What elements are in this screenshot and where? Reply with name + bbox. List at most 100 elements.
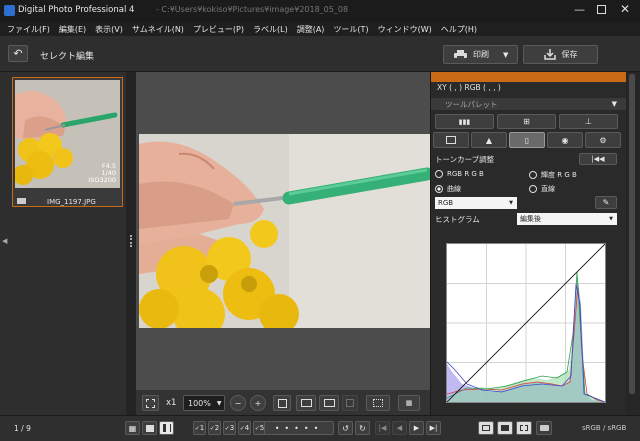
palette-tool-crop[interactable]: ⊞ — [497, 114, 556, 129]
channel-value: RGB — [438, 199, 454, 207]
radio-rgb[interactable]: RGB R G B — [435, 170, 484, 178]
image-info-button[interactable] — [497, 421, 513, 435]
histogram-select[interactable]: 編集後 ▼ — [517, 213, 617, 225]
palette-scrollbar[interactable] — [626, 72, 640, 415]
thumb-iso: ISO3200 — [88, 176, 116, 184]
zoom-select[interactable]: 100% ▼ — [183, 395, 225, 411]
rotate-right-button[interactable]: ↻ — [355, 421, 370, 435]
prev-image-button[interactable]: ◀ — [392, 421, 407, 435]
tone-curve-label: トーンカーブ調整 — [435, 155, 495, 164]
print-button[interactable]: 印刷 ▼ — [443, 45, 518, 64]
split-view-button[interactable] — [319, 395, 339, 411]
rotate-left-icon: ↺ — [342, 423, 349, 433]
menu-tools[interactable]: ツール(T) — [333, 24, 368, 35]
star-rating-bar[interactable]: ••••• — [264, 421, 334, 435]
jpg-badge-icon — [17, 198, 26, 204]
split-icon — [323, 399, 335, 407]
tab-histogram[interactable]: ▲ — [471, 132, 507, 148]
radio-linear-label: 直線 — [541, 185, 555, 193]
palette-tool-1[interactable]: ▮▮▮ — [435, 114, 494, 129]
grid-button[interactable] — [366, 395, 390, 411]
split-view-toggle[interactable] — [159, 421, 174, 435]
first-image-button[interactable]: |◀ — [375, 421, 390, 435]
save-label: 保存 — [561, 50, 578, 59]
status-bar: 1 / 9 ▦ ✓ 1 ✓ 2 ✓ 3 ✓ 4 ✓ 5 ••••• ↺ ↻ |◀ ◀ ▶ … — [0, 415, 640, 441]
radio-lum-label: 輝度 R G B — [541, 171, 577, 179]
zoom-value: 100% — [188, 398, 211, 408]
rating-2[interactable]: ✓ 2 — [208, 421, 221, 435]
channel-select[interactable]: RGB ▼ — [435, 197, 517, 209]
tab-settings[interactable]: ⚙ — [585, 132, 621, 148]
histogram-tab-icon: ▲ — [485, 135, 493, 145]
xy-rgb-readout: XY ( , ) RGB ( , , ) — [437, 83, 501, 92]
rotate-left-button[interactable]: ↺ — [338, 421, 353, 435]
splitter-grip-icon — [130, 235, 132, 247]
chevron-down-icon: ▼ — [216, 399, 222, 407]
scrollbar-thumb[interactable] — [629, 74, 635, 394]
preview-image — [139, 134, 430, 328]
fullscreen-button[interactable] — [516, 421, 532, 435]
toolbar-title: セレクト編集 — [40, 52, 95, 62]
menu-help[interactable]: ヘルプ(H) — [441, 24, 477, 35]
zoom-out-button[interactable]: − — [230, 395, 246, 411]
menu-label[interactable]: ラベル(L) — [253, 24, 288, 35]
close-button[interactable]: ✕ — [620, 2, 630, 16]
tone-curve-graph[interactable] — [446, 243, 606, 403]
radio-icon — [529, 185, 537, 193]
print-dropdown-icon[interactable]: ▼ — [503, 51, 508, 59]
menu-view[interactable]: 表示(V) — [95, 24, 123, 35]
next-image-button[interactable]: ▶ — [409, 421, 424, 435]
maximize-button[interactable] — [597, 5, 606, 14]
af-point-button[interactable] — [273, 395, 291, 411]
menu-adjust[interactable]: 調整(A) — [297, 24, 325, 35]
back-button[interactable]: ↶ — [8, 45, 28, 62]
color-space: sRGB / sRGB — [582, 424, 627, 432]
rating-dots-icon: ••••• — [274, 423, 324, 433]
highlight-button[interactable] — [342, 395, 358, 411]
radio-linear[interactable]: 直線 — [529, 184, 555, 194]
zoom-1x-button[interactable]: x1 — [166, 398, 176, 408]
menu-edit[interactable]: 編集(E) — [59, 24, 86, 35]
camera-icon — [539, 425, 549, 431]
menu-preview[interactable]: プレビュー(P) — [193, 24, 244, 35]
menu-file[interactable]: ファイル(F) — [7, 24, 50, 35]
palette-menu-icon[interactable]: ▼ — [612, 100, 617, 108]
rating-1[interactable]: ✓ 1 — [193, 421, 206, 435]
palette-title-bar: ツールパレット ▼ — [431, 98, 627, 110]
menu-window[interactable]: ウィンドウ(W) — [378, 24, 432, 35]
histogram-label: ヒストグラム — [435, 215, 480, 224]
eyedropper-button[interactable]: ✎ — [595, 196, 617, 209]
palette-title: ツールパレット — [445, 100, 498, 109]
window-title: Digital Photo Professional 4 — [18, 5, 135, 15]
single-view-button[interactable] — [142, 421, 157, 435]
rating-2-label: 2 — [214, 424, 220, 432]
radio-luminance[interactable]: 輝度 R G B — [529, 170, 577, 180]
info-icon: ▦ — [405, 399, 413, 407]
palette-tool-stamp[interactable]: ⊥ — [559, 114, 618, 129]
rotate-right-icon: ↻ — [359, 423, 366, 433]
tool-palette: XY ( , ) RGB ( , , ) ツールパレット ▼ ▮▮▮ ⊞ ⊥ ▲… — [430, 72, 627, 415]
back-arrow-icon: ↶ — [13, 47, 23, 60]
tab-tone-curve[interactable]: ▯ — [509, 132, 545, 148]
minimize-button[interactable]: — — [574, 3, 585, 16]
save-button[interactable]: 保存 — [523, 45, 598, 64]
panel-splitter[interactable] — [126, 72, 136, 415]
info-button[interactable]: ▦ — [398, 395, 420, 411]
menu-thumbnail[interactable]: サムネイル(N) — [132, 24, 184, 35]
zoom-in-button[interactable]: + — [250, 395, 266, 411]
radio-curve[interactable]: 曲線 — [435, 184, 461, 194]
thumbnail-card[interactable]: F4.5 1/40 ISO3200 IMG_1197.JPG — [12, 77, 123, 207]
rating-4-label: 4 — [244, 424, 250, 432]
last-image-button[interactable]: ▶| — [426, 421, 441, 435]
reset-curve-button[interactable]: |◀◀ — [579, 153, 617, 165]
rating-3[interactable]: ✓ 3 — [223, 421, 236, 435]
compare-button[interactable] — [296, 395, 316, 411]
left-collapse-arrow[interactable]: ◀ — [2, 237, 7, 245]
tab-color[interactable]: ◉ — [547, 132, 583, 148]
export-button[interactable] — [478, 421, 494, 435]
camera-button[interactable] — [536, 421, 552, 435]
tab-basic[interactable] — [433, 132, 469, 148]
fit-window-button[interactable] — [142, 395, 159, 411]
rating-4[interactable]: ✓ 4 — [238, 421, 251, 435]
grid-view-button[interactable]: ▦ — [125, 421, 140, 435]
